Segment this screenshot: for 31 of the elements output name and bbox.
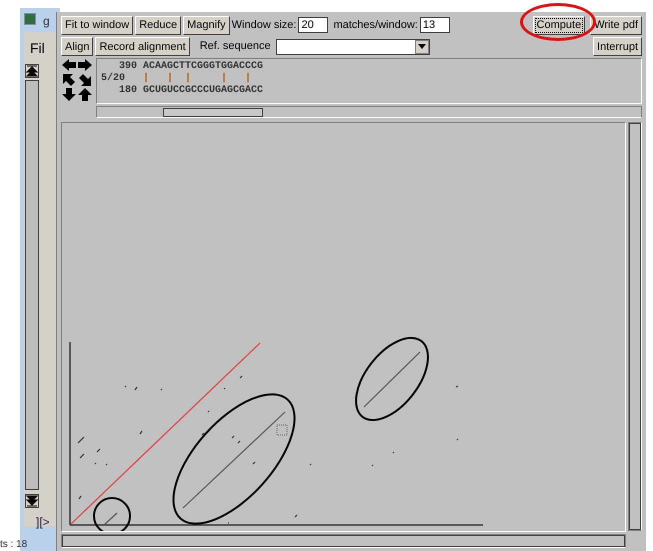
toolbar-button[interactable]: Reduce bbox=[135, 16, 182, 34]
scroll-bottom-icon[interactable] bbox=[25, 494, 39, 508]
align-button[interactable]: Align bbox=[61, 37, 94, 56]
caret-icon bbox=[414, 40, 429, 54]
scroll-thumb[interactable] bbox=[163, 108, 263, 117]
window-size-field[interactable]: 20 bbox=[298, 17, 328, 33]
menu-item[interactable]: Fil bbox=[30, 40, 45, 56]
scrollbar[interactable] bbox=[628, 122, 642, 531]
sequence-line: 390 ACAAGCTTCGGGTGGACCCG bbox=[118, 61, 264, 72]
toolbar-button[interactable]: Fit to window bbox=[61, 16, 134, 34]
scrollbar[interactable] bbox=[96, 106, 642, 118]
scrollbar[interactable] bbox=[25, 80, 39, 490]
matches-field[interactable]: 13 bbox=[420, 17, 450, 33]
field-label: matches/window: bbox=[333, 18, 418, 33]
scroll-top-icon[interactable] bbox=[25, 64, 39, 78]
scrollbar[interactable] bbox=[61, 534, 626, 548]
navigation-arrows-icon[interactable] bbox=[61, 58, 93, 102]
field-label: Ref. sequence bbox=[200, 39, 271, 54]
toolbar-button[interactable]: Magnify bbox=[183, 16, 230, 34]
ref-sequence-dropdown[interactable] bbox=[276, 38, 430, 54]
write-pdf-button[interactable]: Write pdf bbox=[590, 16, 642, 34]
status-text: ts : 18 bbox=[0, 539, 28, 551]
app-icon bbox=[24, 13, 36, 25]
window-title: g bbox=[43, 13, 50, 30]
compute-button[interactable]: Compute bbox=[532, 16, 586, 34]
toolbar-symbol: ][> bbox=[36, 514, 50, 531]
record-alignment-button[interactable]: Record alignment bbox=[95, 37, 190, 56]
sequence-line: 180 GCUGUCCGCCCUGAGCGACC bbox=[118, 85, 264, 97]
field-label: Window size: bbox=[232, 18, 296, 33]
match-line: 5/20 | | | | | bbox=[101, 73, 252, 85]
interrupt-button[interactable]: Interrupt bbox=[593, 37, 642, 56]
